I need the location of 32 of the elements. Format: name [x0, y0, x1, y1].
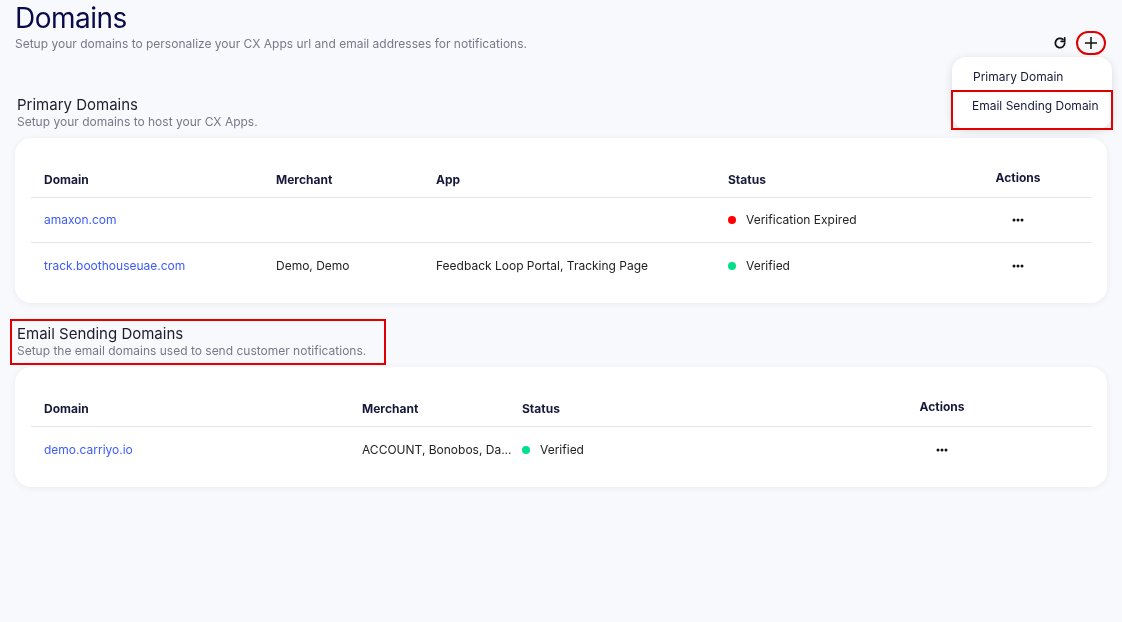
column-header: App	[436, 171, 461, 187]
column-header: Actions	[995, 168, 1041, 187]
column-header: Status	[522, 400, 560, 416]
status-text: Verified	[746, 256, 790, 275]
status-text: Verified	[540, 440, 584, 459]
column-header: Status	[728, 171, 766, 187]
section-subtitle: Setup your domains to host your CX Apps.	[17, 114, 258, 130]
column-header: Merchant	[362, 400, 419, 416]
add-button[interactable]	[1076, 31, 1106, 55]
section-title: Email Sending Domains	[17, 325, 185, 343]
plus-icon	[1085, 37, 1097, 49]
menu-item[interactable]: Primary Domain	[952, 63, 1112, 90]
column-header: Domain	[44, 171, 89, 187]
app-text: Feedback Loop Portal, Tracking Page	[436, 256, 649, 275]
domain-link[interactable]: demo.carriyo.io	[44, 440, 133, 459]
column-header: Actions	[919, 397, 965, 416]
status-text: Verification Expired	[746, 211, 857, 229]
column-header: Domain	[44, 400, 89, 416]
page-subtitle: Setup your domains to personalize your CX Apps url and email addresses for notifications.	[15, 36, 527, 52]
menu-item[interactable]: Email Sending Domain	[951, 90, 1113, 130]
merchant-text: Demo, Demo	[276, 256, 350, 275]
merchant-text: ACCOUNT, Bonobos, Da...	[362, 440, 512, 459]
domain-link[interactable]: track.boothouseuae.com	[44, 256, 186, 275]
section-title: Primary Domains	[17, 96, 139, 114]
page-title: Domains	[15, 2, 128, 34]
refresh-icon[interactable]	[1053, 36, 1067, 50]
section-subtitle: Setup the email domains used to send customer notifications.	[17, 343, 367, 359]
domain-link[interactable]: amaxon.com	[44, 211, 117, 229]
more-options-icon[interactable]	[936, 447, 948, 452]
column-header: Merchant	[276, 171, 333, 187]
more-options-icon[interactable]	[1012, 218, 1024, 222]
more-options-icon[interactable]	[1012, 263, 1024, 268]
